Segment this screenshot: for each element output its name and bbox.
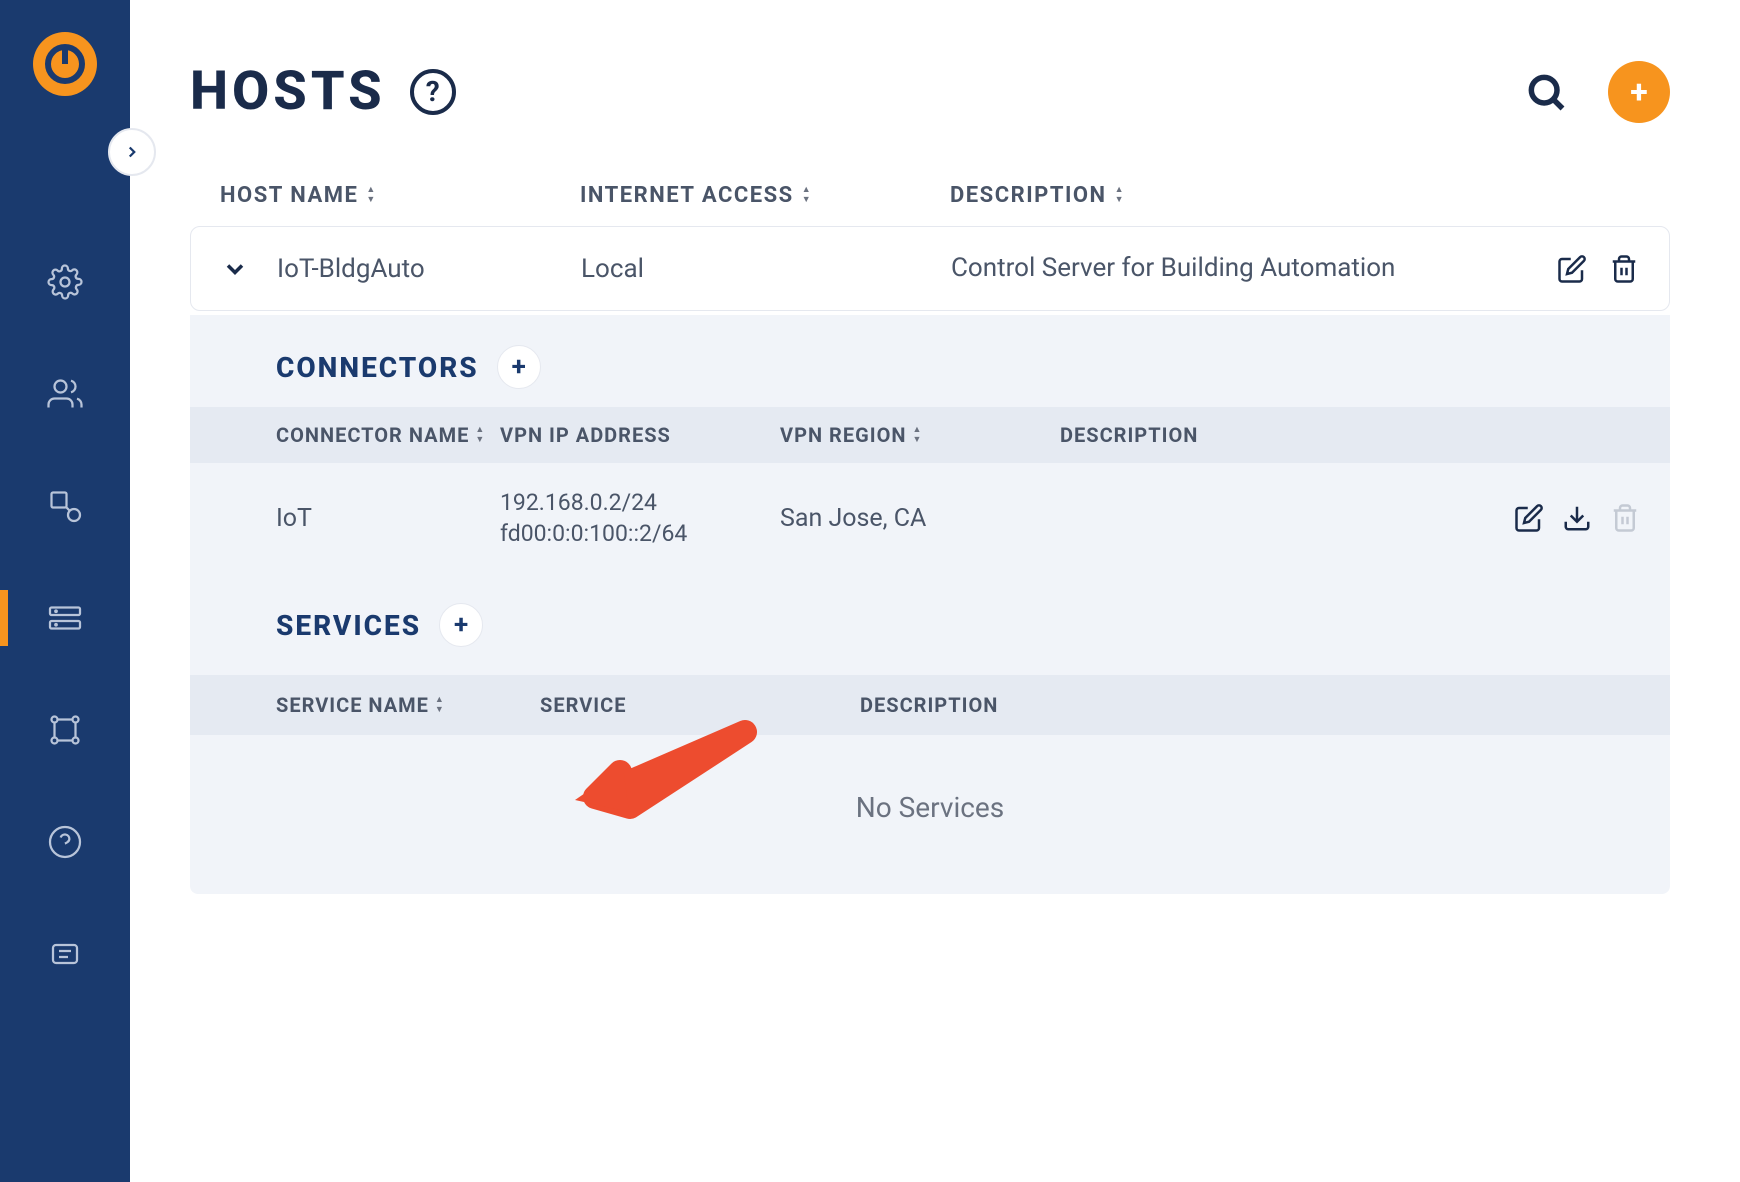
edit-icon[interactable]	[1557, 254, 1587, 284]
connectors-table-header: CONNECTOR NAME VPN IP ADDRESS VPN REGION…	[190, 407, 1670, 463]
main-content: HOSTS ? + HOST NAME INTERNET ACCESS DESC…	[130, 0, 1740, 934]
sort-icon[interactable]	[366, 186, 380, 205]
connector-ip: 192.168.0.2/24fd00:0:0:100::2/64	[500, 487, 780, 549]
nav-networks[interactable]	[0, 478, 130, 534]
column-service: SERVICE	[540, 693, 860, 717]
logs-icon	[47, 936, 83, 972]
connectors-title: CONNECTORS	[276, 351, 479, 384]
chevron-down-icon[interactable]	[221, 255, 249, 283]
services-table-header: SERVICE NAME SERVICE DESCRIPTION	[190, 675, 1670, 735]
services-section-header: SERVICES +	[190, 573, 1670, 665]
connectors-section-header: CONNECTORS +	[190, 315, 1670, 407]
add-connector-button[interactable]: +	[497, 345, 541, 389]
nav-settings[interactable]	[0, 254, 130, 310]
sort-icon[interactable]	[1115, 186, 1129, 205]
connector-name: IoT	[220, 504, 500, 533]
sidebar	[0, 0, 130, 1182]
sort-icon[interactable]	[802, 186, 816, 205]
nav-help[interactable]	[0, 814, 130, 870]
page-header: HOSTS ? +	[190, 60, 1670, 123]
column-vpn-region[interactable]: VPN REGION	[780, 421, 1060, 449]
search-icon[interactable]	[1524, 70, 1568, 114]
delete-icon	[1610, 503, 1640, 533]
sort-icon[interactable]	[912, 426, 926, 445]
sort-icon[interactable]	[435, 696, 449, 715]
column-description[interactable]: DESCRIPTION	[950, 183, 1640, 208]
column-service-description: DESCRIPTION	[860, 693, 1640, 717]
nav-topology[interactable]	[0, 702, 130, 758]
add-host-button[interactable]: +	[1608, 61, 1670, 123]
sort-icon[interactable]	[475, 426, 489, 445]
column-internet[interactable]: INTERNET ACCESS	[580, 183, 950, 208]
edit-icon[interactable]	[1514, 503, 1544, 533]
topology-icon	[47, 712, 83, 748]
services-title: SERVICES	[276, 609, 421, 642]
add-service-button[interactable]: +	[439, 603, 483, 647]
page-title: HOSTS	[190, 60, 386, 123]
hosts-icon	[47, 600, 83, 636]
nav-users[interactable]	[0, 366, 130, 422]
page-help-button[interactable]: ?	[410, 69, 456, 115]
help-icon	[47, 824, 83, 860]
connector-region: San Jose, CA	[780, 504, 1060, 533]
host-internet-access: Local	[581, 254, 951, 284]
users-icon	[47, 376, 83, 412]
host-name: IoT-BldgAuto	[277, 254, 581, 284]
expand-sidebar-button[interactable]	[108, 128, 156, 176]
host-row: IoT-BldgAuto Local Control Server for Bu…	[190, 226, 1670, 311]
nav-hosts[interactable]	[0, 590, 130, 646]
host-details-panel: CONNECTORS + CONNECTOR NAME VPN IP ADDRE…	[190, 315, 1670, 894]
logo	[33, 32, 97, 96]
host-description: Control Server for Building Automation	[951, 251, 1557, 286]
column-hostname[interactable]: HOST NAME	[220, 183, 580, 208]
nav-logs[interactable]	[0, 926, 130, 982]
network-icon	[47, 488, 83, 524]
connector-row: IoT 192.168.0.2/24fd00:0:0:100::2/64 San…	[190, 463, 1670, 573]
column-connector-name[interactable]: CONNECTOR NAME	[220, 421, 500, 449]
gear-icon	[47, 264, 83, 300]
delete-icon[interactable]	[1609, 254, 1639, 284]
hosts-table-header: HOST NAME INTERNET ACCESS DESCRIPTION	[190, 183, 1670, 226]
column-vpn-ip: VPN IP ADDRESS	[500, 421, 780, 449]
download-icon[interactable]	[1562, 503, 1592, 533]
column-service-name[interactable]: SERVICE NAME	[220, 693, 540, 717]
no-services-message: No Services	[190, 735, 1670, 894]
column-connector-description: DESCRIPTION	[1060, 421, 1640, 449]
